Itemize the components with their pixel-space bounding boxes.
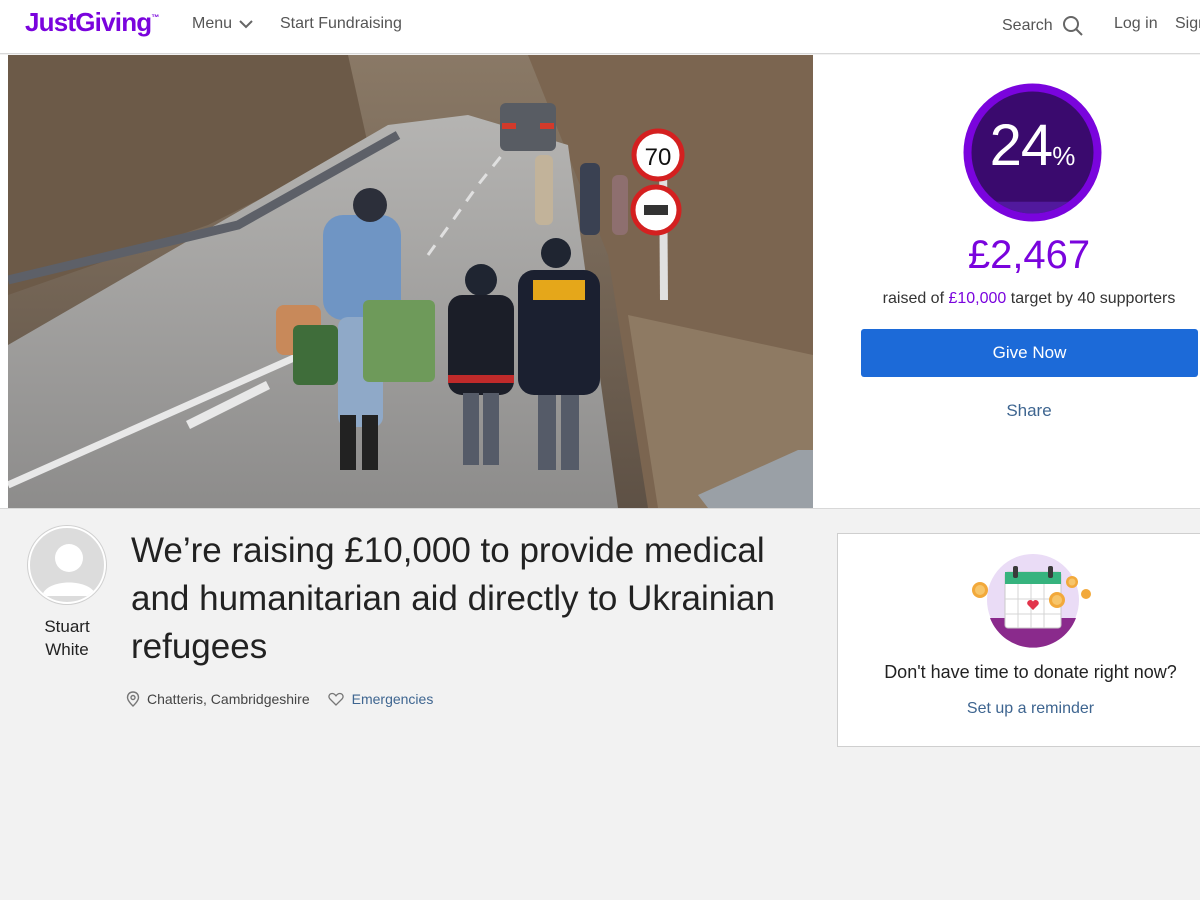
give-now-button[interactable]: Give Now (861, 329, 1198, 377)
avatar[interactable] (28, 526, 106, 604)
category-text: Emergencies (351, 691, 434, 707)
signup-link[interactable]: Sign up (1175, 15, 1200, 33)
heart-icon (327, 692, 344, 706)
page-title: We’re raising £10,000 to provide medical… (131, 531, 775, 666)
search-icon (1062, 16, 1083, 36)
page-meta: Chatteris, Cambridgeshire Emergencies (126, 691, 433, 707)
login-link[interactable]: Log in (1114, 15, 1158, 33)
amount-raised: £2,467 (967, 233, 1091, 277)
location-pin-icon (126, 691, 140, 707)
supporters-count: 40 supporters (1077, 290, 1176, 307)
menu-dropdown[interactable]: Menu (192, 15, 254, 33)
reminder-question: Don't have time to donate right now? (884, 662, 1177, 682)
category-link[interactable]: Emergencies (327, 691, 434, 707)
reminder-card: Don't have time to donate right now? Set… (837, 533, 1200, 747)
location: Chatteris, Cambridgeshire (126, 691, 310, 707)
progress-percent: 24% (962, 112, 1103, 179)
calendar-reminder-icon (972, 554, 1091, 648)
user-silhouette-icon (42, 544, 96, 596)
hero-photo: 70 (8, 55, 813, 508)
start-fundraising-link[interactable]: Start Fundraising (280, 15, 402, 33)
percent-number: 24 (989, 113, 1054, 178)
target-amount: £10,000 (948, 290, 1007, 307)
hero-section: 70 24% £2,467 raised of £10,000 target b… (0, 55, 1200, 509)
location-text: Chatteris, Cambridgeshire (147, 691, 310, 707)
set-reminder-link[interactable]: Set up a reminder (838, 700, 1200, 718)
chevron-down-icon (239, 20, 253, 29)
speed-sign-text: 70 (645, 144, 672, 171)
menu-label: Menu (192, 15, 233, 32)
share-link[interactable]: Share (860, 401, 1198, 421)
justgiving-logo[interactable]: JustGiving™ (25, 7, 159, 38)
owner-name[interactable]: Stuart White (27, 615, 107, 661)
percent-sign: % (1052, 141, 1076, 171)
search-button[interactable]: Search (1002, 15, 1084, 37)
search-label: Search (1002, 17, 1053, 34)
raised-summary: raised of £10,000 target by 40 supporter… (882, 290, 1176, 307)
site-header: JustGiving™ Menu Start Fundraising Searc… (0, 0, 1200, 54)
